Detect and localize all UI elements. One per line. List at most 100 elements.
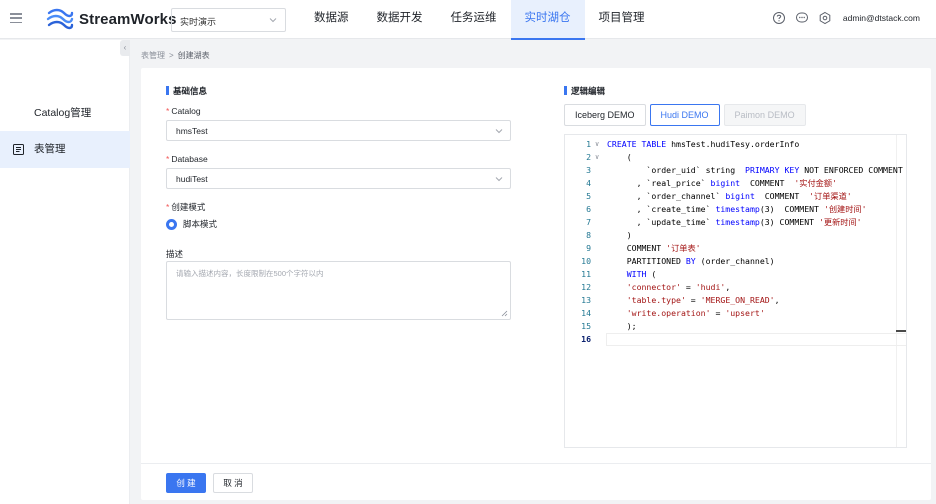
code-line: 15 ); — [565, 320, 906, 333]
tab-hudi-demo[interactable]: Hudi DEMO — [649, 104, 720, 126]
catalog-select-value: hmsTest — [176, 126, 208, 136]
line-number: 1 — [586, 139, 591, 149]
catalog-label: * Catalog — [166, 106, 201, 116]
line-number: 3 — [586, 165, 591, 175]
fold-chevron-icon[interactable]: ∨ — [595, 151, 599, 164]
line-number: 2 — [586, 152, 591, 162]
line-number: 13 — [581, 295, 591, 305]
code-line: 8 ) — [565, 229, 906, 242]
brand-name: StreamWorks — [79, 11, 177, 28]
code-text: WITH ( — [626, 269, 657, 279]
create-table-card: 基础信息 * Catalog hmsTest * Database hudiTest… — [141, 68, 931, 500]
nav-item-realtime-lakehouse[interactable]: 实时湖仓 — [510, 0, 585, 40]
resize-grip-icon[interactable] — [501, 310, 508, 317]
top-right-tools: admin@dtstack.com — [772, 11, 920, 25]
chevron-down-icon — [495, 129, 503, 134]
code-line: 16 — [565, 333, 906, 346]
code-line: 2 ∨ ( — [565, 151, 906, 164]
fold-chevron-icon[interactable]: ∨ — [595, 138, 599, 151]
code-line: 1 ∨ CREATE TABLE hmsTest.hudiTesy.orderInf… — [565, 138, 906, 151]
code-text: `order_uid` string PRIMARY KEY NOT ENFOR… — [607, 165, 903, 175]
table-list-icon — [13, 144, 24, 155]
code-text: , `order_channel` bigint COMMENT '订单渠道' — [607, 191, 852, 201]
code-text: 'table.type' = 'MERGE_ON_READ', — [607, 295, 780, 305]
line-number: 8 — [586, 230, 591, 240]
code-line: 5 , `order_channel` bigint COMMENT '订单渠道… — [565, 190, 906, 203]
code-line: 13 'table.type' = 'MERGE_ON_READ', — [565, 294, 906, 307]
line-number: 14 — [581, 308, 591, 318]
top-bar: StreamWorks 实时演示 数据源 数据开发 任务运维 实时湖仓 项目管理… — [0, 0, 936, 40]
code-text: ( — [607, 152, 632, 162]
catalog-select[interactable]: hmsTest — [166, 120, 511, 141]
description-label: 描述 — [166, 249, 184, 259]
line-number: 4 — [586, 178, 591, 188]
code-line: 9 COMMENT '订单表' — [565, 242, 906, 255]
code-text: COMMENT '订单表' — [607, 243, 701, 253]
code-text: ); — [607, 321, 637, 331]
nav-item-task-ops[interactable]: 任务运维 — [437, 0, 511, 39]
description-textarea[interactable]: 请输入描述内容，长度限制在500个字符以内 — [166, 261, 511, 320]
tab-iceberg-demo[interactable]: Iceberg DEMO — [564, 104, 646, 126]
code-text: 'connector' = 'hudi', — [607, 282, 731, 292]
code-line: 6 , `create_time` timestamp(3) COMMENT '… — [565, 203, 906, 216]
form-footer: 创 建 取 消 — [141, 463, 931, 500]
sidebar: Catalog管理 表管理 — [0, 40, 130, 504]
demo-tabs: Iceberg DEMO Hudi DEMO Paimon DEMO — [564, 104, 810, 126]
streamworks-logo-icon[interactable] — [46, 7, 74, 31]
project-select[interactable]: 实时演示 — [171, 8, 286, 32]
line-number: 11 — [581, 269, 591, 279]
sidebar-item-tables[interactable]: 表管理 — [0, 131, 130, 168]
cancel-button[interactable]: 取 消 — [213, 473, 253, 493]
main-nav: 数据源 数据开发 任务运维 实时湖仓 项目管理 — [300, 0, 659, 40]
script-mode-label: 脚本模式 — [183, 219, 218, 229]
sidebar-item-label: Catalog管理 — [34, 107, 92, 119]
menu-icon[interactable] — [10, 13, 22, 24]
code-text: , `update_time` timestamp(3) COMMENT '更新… — [607, 217, 862, 227]
code-text: 'write.operation' = 'upsert' — [607, 308, 765, 318]
code-text: CREATE TABLE hmsTest.hudiTesy.orderInfo — [607, 139, 800, 149]
line-number: 7 — [586, 217, 591, 227]
breadcrumb-separator: > — [169, 51, 174, 60]
breadcrumb-parent[interactable]: 表管理 — [141, 51, 165, 60]
nav-item-datasource[interactable]: 数据源 — [300, 0, 363, 39]
database-select-value: hudiTest — [176, 174, 208, 184]
database-label: * Database — [166, 154, 208, 164]
chevron-down-icon — [269, 18, 277, 23]
code-line: 10 PARTITIONED BY (order_channel) — [565, 255, 906, 268]
tab-paimon-demo: Paimon DEMO — [723, 104, 806, 126]
breadcrumb: 表管理 > 创建湖表 — [141, 50, 210, 61]
basic-info-title: 基础信息 — [166, 85, 207, 97]
radio-checked-icon — [166, 218, 177, 230]
create-mode-label: * 创建模式 — [166, 202, 206, 212]
nav-item-data-dev[interactable]: 数据开发 — [363, 0, 437, 39]
line-number: 15 — [581, 321, 591, 331]
user-account[interactable]: admin@dtstack.com — [843, 13, 920, 23]
create-button[interactable]: 创 建 — [166, 473, 206, 493]
settings-icon[interactable] — [818, 11, 832, 25]
code-text: , `real_price` bigint COMMENT '实付金额' — [607, 178, 837, 188]
line-number: 6 — [586, 204, 591, 214]
description-placeholder: 请输入描述内容，长度限制在500个字符以内 — [176, 269, 324, 278]
line-number: 10 — [581, 256, 591, 266]
line-number: 9 — [586, 243, 591, 253]
sql-code-editor[interactable]: 1 ∨ CREATE TABLE hmsTest.hudiTesy.orderInf… — [564, 134, 907, 448]
code-text: PARTITIONED BY (order_channel) — [607, 256, 775, 266]
code-text: , `create_time` timestamp(3) COMMENT '创建… — [607, 204, 867, 214]
sidebar-item-label: 表管理 — [34, 143, 66, 155]
line-number: 5 — [586, 191, 591, 201]
code-text: ) — [607, 230, 632, 240]
database-select[interactable]: hudiTest — [166, 168, 511, 189]
code-line: 4 , `real_price` bigint COMMENT '实付金额' — [565, 177, 906, 190]
collapse-sidebar-button[interactable]: ‹ — [120, 40, 130, 56]
message-icon[interactable] — [795, 11, 809, 25]
code-line: 7 , `update_time` timestamp(3) COMMENT '… — [565, 216, 906, 229]
chevron-down-icon — [495, 177, 503, 182]
nav-item-project-mgmt[interactable]: 项目管理 — [585, 0, 659, 39]
code-line: 3 `order_uid` string PRIMARY KEY NOT ENF… — [565, 164, 906, 177]
script-mode-radio[interactable]: 脚本模式 — [166, 218, 217, 230]
line-number: 16 — [581, 334, 591, 344]
help-icon[interactable] — [772, 11, 786, 25]
code-line: 11 WITH ( — [565, 268, 906, 281]
code-line: 12 'connector' = 'hudi', — [565, 281, 906, 294]
breadcrumb-current: 创建湖表 — [177, 51, 210, 60]
